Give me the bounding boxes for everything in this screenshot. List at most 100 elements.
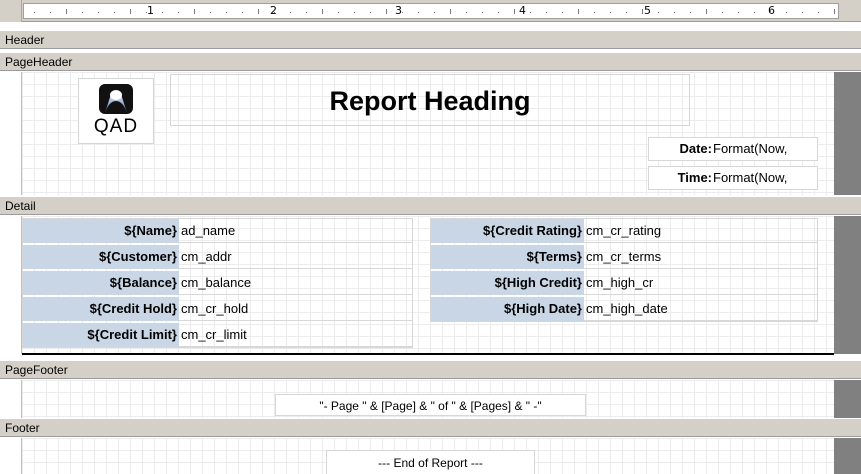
ruler-tick [690,12,691,13]
date-value: Format(Now, [713,141,788,156]
page-number-field[interactable]: "- Page " & [Page] & " of " & [Pages] & … [275,394,586,416]
ruler-tick [418,12,419,13]
ruler-tick [722,12,723,13]
ruler-tick [146,12,147,13]
ruler-tick [178,12,179,13]
ruler-tick [82,12,83,13]
ruler-tick [594,12,595,13]
section-pageheader-bar[interactable]: PageHeader [0,52,861,71]
ruler-tick [194,9,195,14]
ruler-tick [338,12,339,13]
field-label[interactable]: ${Credit Limit} [23,323,179,347]
ruler-tick [770,9,771,14]
right-gutter [834,72,861,195]
ruler-tick [482,12,483,13]
ruler-tick [210,12,211,13]
ruler-tick [130,9,131,14]
field-label[interactable]: ${Terms} [431,245,584,269]
ruler-number: 3 [395,4,402,17]
ruler-number: 1 [147,4,154,17]
field-label[interactable]: ${High Credit} [431,271,584,295]
logo-text: QAD [93,116,139,137]
ruler-tick [114,12,115,13]
right-gutter [834,438,861,474]
ruler-number: 2 [270,4,277,17]
ruler-tick [610,12,611,13]
detail-bottom-line [22,353,834,355]
ruler-tick [386,9,387,14]
left-gutter [0,438,22,474]
field-value[interactable]: cm_cr_terms [584,245,818,269]
ruler-tick [354,12,355,13]
field-value[interactable]: cm_cr_hold [179,297,412,321]
field-value[interactable]: cm_cr_rating [584,219,818,243]
end-of-report-field[interactable]: --- End of Report --- [326,450,535,474]
ruler-tick [546,12,547,13]
field-label[interactable]: ${Credit Hold} [23,297,179,321]
field-label[interactable]: ${Name} [23,219,179,243]
ruler-number: 4 [519,4,526,17]
ruler-tick [34,12,35,13]
ruler-tick [434,12,435,13]
report-heading[interactable]: Report Heading [170,74,690,126]
section-header-bar[interactable]: Header [0,30,861,49]
ruler-tick [802,12,803,13]
field-value[interactable]: cm_balance [179,271,412,295]
field-value[interactable]: cm_high_date [584,297,818,321]
ruler-tick [450,9,451,14]
field-value[interactable]: cm_high_cr [584,271,818,295]
ruler-tick [562,12,563,13]
ruler-scale [23,3,839,19]
ruler-tick [642,9,643,14]
ruler-tick [258,9,259,14]
ruler-tick [514,9,515,14]
right-gutter [834,216,861,354]
left-gutter [0,216,22,354]
ruler-tick [626,12,627,13]
ruler-tick [818,12,819,13]
ruler-tick [706,9,707,14]
time-field[interactable]: Time: Format(Now, [648,166,818,190]
ruler-tick [530,12,531,13]
ruler-tick [274,12,275,13]
ruler-tick [658,12,659,13]
right-gutter [834,380,861,418]
time-label: Time: [677,170,712,185]
section-pagefooter-bar[interactable]: PageFooter [0,360,861,379]
ruler-tick [466,12,467,13]
field-label[interactable]: ${Customer} [23,245,179,269]
field-label[interactable]: ${High Date} [431,297,584,321]
field-label[interactable]: ${Balance} [23,271,179,295]
ruler-tick [498,12,499,13]
ruler-tick [754,12,755,13]
ruler-tick [66,9,67,14]
left-gutter [0,380,22,418]
ruler-tick [98,12,99,13]
field-label[interactable]: ${Credit Rating} [431,219,584,243]
ruler-tick [674,12,675,13]
ruler-tick [50,12,51,13]
ruler-tick [322,9,323,14]
ruler-tick [226,12,227,13]
date-field[interactable]: Date: Format(Now, [648,137,818,161]
field-value[interactable]: cm_addr [179,245,412,269]
ruler-tick [786,12,787,13]
ruler-tick [370,12,371,13]
date-label: Date: [679,141,712,156]
ruler-tick [402,12,403,13]
ruler-tick [306,12,307,13]
field-value[interactable]: ad_name [179,219,412,243]
ruler-tick [738,12,739,13]
section-detail-bar[interactable]: Detail [0,196,861,215]
ruler-corner [0,0,22,22]
ruler-number: 5 [644,4,651,17]
ruler-tick [834,9,835,14]
ruler-tick [290,12,291,13]
ruler-tick [162,12,163,13]
time-value: Format(Now, [713,170,788,185]
field-value[interactable]: cm_cr_limit [179,323,412,347]
ruler-tick [242,12,243,13]
ruler-tick [578,9,579,14]
section-footer-bar[interactable]: Footer [0,418,861,437]
left-gutter [0,72,22,195]
